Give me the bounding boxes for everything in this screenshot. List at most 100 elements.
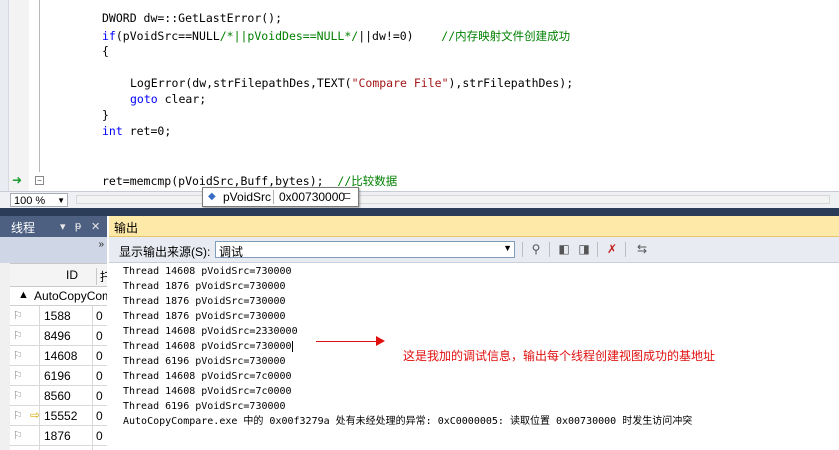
datatip-variable-name: pVoidSrc xyxy=(223,190,272,204)
thread-id: 8560 xyxy=(44,389,71,403)
thread-id: 1588 xyxy=(44,309,71,323)
code-token: ret=0; xyxy=(122,124,172,138)
code-token: if xyxy=(102,29,116,43)
output-toolbar: 显示输出来源(S): 调试 ▼ ⚲ ◧ ◨ ✗ ⇆ xyxy=(109,237,839,263)
flag-icon[interactable]: ⚐ xyxy=(13,349,23,362)
overflow-icon[interactable]: » xyxy=(98,239,104,250)
output-line: Thread 14608 pVoidSrc=730000 xyxy=(123,266,292,277)
datatip-separator xyxy=(273,190,274,204)
code-token: goto xyxy=(130,92,158,106)
chevron-down-icon: ▼ xyxy=(57,196,65,205)
code-token: { xyxy=(102,44,109,58)
datatip[interactable]: ◆ pVoidSrc 0x00730000 ⊏ xyxy=(202,187,359,207)
code-line[interactable]: LogError(dw,strFilepathDes,TEXT("Compare… xyxy=(130,76,573,90)
annotation-arrow-head xyxy=(376,336,385,346)
zoom-combo[interactable]: 100 % ▼ xyxy=(10,193,68,207)
word-wrap-icon[interactable]: ⇆ xyxy=(633,241,651,258)
output-line: AutoCopyCompare.exe 中的 0x00f3279a 处有未经处理… xyxy=(123,416,693,427)
code-line[interactable]: goto clear; xyxy=(130,92,206,106)
column-divider xyxy=(39,386,40,405)
thread-extra: 0 xyxy=(96,389,103,403)
panel-divider[interactable] xyxy=(0,208,839,216)
close-icon[interactable]: ✕ xyxy=(91,220,100,233)
clear-all-icon[interactable]: ✗ xyxy=(603,241,621,258)
code-line[interactable]: DWORD dw=::GetLastError(); xyxy=(102,11,282,25)
thread-row[interactable]: ⚐ 14608 0 xyxy=(10,346,107,366)
threads-title-bar[interactable]: 线程 ▾ ᵽ ✕ xyxy=(0,216,107,237)
line-margin xyxy=(9,0,29,191)
column-divider xyxy=(92,386,93,405)
thread-extra: 0 xyxy=(96,349,103,363)
code-editor[interactable]: DWORD dw=::GetLastError();if(pVoidSrc==N… xyxy=(0,0,839,191)
flag-icon[interactable]: ⚐ xyxy=(13,409,23,422)
next-message-icon[interactable]: ◨ xyxy=(575,241,593,258)
column-divider xyxy=(39,426,40,445)
flag-icon[interactable]: ⚐ xyxy=(13,429,23,442)
dropdown-icon[interactable]: ▾ xyxy=(60,220,66,233)
zoom-value: 100 % xyxy=(14,195,46,207)
code-line[interactable]: } xyxy=(102,108,109,122)
column-divider xyxy=(92,446,93,450)
column-header-id[interactable]: ID xyxy=(66,268,78,282)
column-divider xyxy=(92,406,93,425)
datatip-value[interactable]: 0x00730000 xyxy=(279,188,345,206)
flag-icon[interactable]: ⚐ xyxy=(13,369,23,382)
pin-icon[interactable]: ⊏ xyxy=(343,188,351,206)
code-token: "Compare File" xyxy=(351,76,449,90)
threads-panel: 线程 ▾ ᵽ ✕ » ID 托 ▲ AutoCopyCompare.exe ⚐1… xyxy=(0,216,107,450)
previous-message-icon[interactable]: ◧ xyxy=(555,241,573,258)
code-token: //比较数据 xyxy=(337,174,398,188)
code-token: } xyxy=(102,108,109,122)
flag-icon[interactable]: ⚐ xyxy=(13,389,23,402)
thread-id: 6196 xyxy=(44,369,71,383)
indicator-margin[interactable] xyxy=(0,0,9,191)
code-token: clear; xyxy=(157,92,207,106)
thread-row[interactable]: ⚐ 1876 0 xyxy=(10,426,107,446)
current-statement-arrow-icon: ➜ xyxy=(12,173,23,187)
code-line[interactable]: if(pVoidSrc==NULL/*||pVoidDes==NULL*/||d… xyxy=(102,29,570,43)
output-title-bar[interactable]: 输出 xyxy=(109,216,839,237)
code-token: (pVoidSrc==NULL xyxy=(115,29,220,43)
collapse-icon[interactable]: − xyxy=(35,176,44,185)
source-label: 显示输出来源(S): xyxy=(119,245,211,259)
thread-row[interactable]: ⚐ 6196 0 xyxy=(10,366,107,386)
variable-icon: ◆ xyxy=(208,191,216,202)
flag-icon[interactable]: ⚐ xyxy=(13,309,23,322)
find-message-icon[interactable]: ⚲ xyxy=(527,241,545,258)
code-token: ret=memcmp(pVoidSrc,Buff,bytes); xyxy=(102,174,338,188)
annotation-text: 这是我加的调试信息，输出每个线程创建视图成功的基地址 xyxy=(403,349,716,363)
thread-row[interactable]: ⚐ 8560 0 xyxy=(10,386,107,406)
threads-toolbar: » xyxy=(0,237,107,263)
threads-title: 线程 xyxy=(11,221,36,235)
output-line: Thread 6196 pVoidSrc=730000 xyxy=(123,401,286,412)
thread-id: 14608 xyxy=(44,349,78,363)
column-divider xyxy=(39,366,40,385)
column-header-extra[interactable]: 托 xyxy=(96,268,107,285)
thread-row[interactable]: ⚐ 8496 0 xyxy=(10,326,107,346)
output-line: Thread 14608 pVoidSrc=7c0000 xyxy=(123,371,292,382)
output-line: Thread 14608 pVoidSrc=2330000 xyxy=(123,326,298,337)
column-divider xyxy=(39,346,40,365)
column-divider xyxy=(39,306,40,325)
flag-icon[interactable]: ⚐ xyxy=(13,329,23,342)
thread-row[interactable]: ⚐124720 xyxy=(10,446,107,450)
thread-row[interactable]: ⚐ ⇨ 15552 0 xyxy=(10,406,107,426)
output-source-select[interactable]: 调试 ▼ xyxy=(215,241,515,259)
process-group-row[interactable]: ▲ AutoCopyCompare.exe xyxy=(10,287,107,306)
column-divider xyxy=(92,326,93,345)
thread-id: 15552 xyxy=(44,409,78,423)
expand-icon[interactable]: ▲ xyxy=(18,289,29,301)
code-line[interactable]: ret=memcmp(pVoidSrc,Buff,bytes); //比较数据 xyxy=(102,174,397,188)
outline-guide xyxy=(39,0,40,172)
code-line[interactable]: int ret=0; xyxy=(102,124,171,138)
thread-row[interactable]: ⚐ 1588 0 xyxy=(10,306,107,326)
code-line[interactable]: { xyxy=(102,44,109,58)
toolbar-separator xyxy=(522,242,523,257)
code-token: /*||pVoidDes==NULL*/ xyxy=(219,29,359,43)
code-token: //内存映射文件创建成功 xyxy=(441,29,571,43)
pin-icon[interactable]: ᵽ xyxy=(75,220,81,232)
code-token: ||dw!=0) xyxy=(358,29,442,43)
toolbar-separator xyxy=(549,242,550,257)
horizontal-scrollbar[interactable] xyxy=(76,195,830,204)
code-token: LogError(dw,strFilepathDes,TEXT( xyxy=(130,76,352,90)
